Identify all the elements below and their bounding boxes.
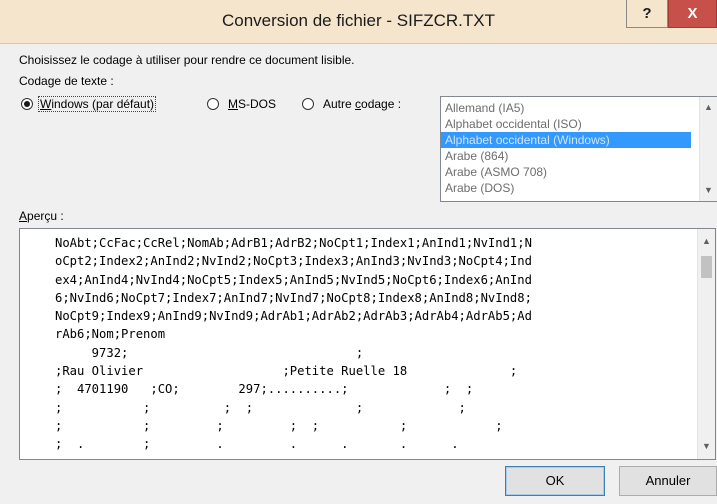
- preview-line: ; . ; . . . . .: [55, 437, 459, 452]
- encoding-item[interactable]: Allemand (IA5): [441, 100, 717, 116]
- preview-line: NoAbt;CcFac;CcRel;NomAb;AdrB1;AdrB2;NoCp…: [55, 236, 532, 250]
- scroll-up-icon[interactable]: ▲: [698, 233, 715, 250]
- encoding-item[interactable]: Arabe (ASMO 708): [441, 164, 717, 180]
- encoding-item[interactable]: Alphabet occidental (ISO): [441, 116, 717, 132]
- scroll-up-icon[interactable]: ▲: [700, 99, 717, 116]
- preview-line: oCpt2;Index2;AnInd2;NvInd2;NoCpt3;Index3…: [55, 254, 532, 269]
- radio-other-label[interactable]: Autre codage :: [323, 97, 401, 111]
- title-bar: Conversion de fichier - SIFZCR.TXT ? X: [0, 0, 717, 44]
- scroll-down-icon[interactable]: ▼: [698, 438, 715, 455]
- radio-other-indicator[interactable]: [302, 98, 314, 110]
- preview-line: ; ; ; ; ; ;: [55, 400, 466, 415]
- radio-windows-label[interactable]: Windows (par défaut): [37, 96, 157, 112]
- cancel-button[interactable]: Annuler: [619, 466, 717, 496]
- preview-box[interactable]: NoAbt;CcFac;CcRel;NomAb;AdrB1;AdrB2;NoCp…: [19, 228, 716, 460]
- preview-line: 6;NvInd6;NoCpt7;Index7;AnInd7;NvInd7;NoC…: [55, 290, 532, 305]
- preview-line: 9732; ;: [55, 345, 364, 360]
- preview-line: ; ; ; ; ; ; ;: [55, 418, 503, 433]
- scroll-down-icon[interactable]: ▼: [700, 182, 717, 199]
- preview-label: Aperçu :: [19, 209, 64, 223]
- radio-msdos-label[interactable]: MS-DOS: [228, 97, 276, 111]
- window-title: Conversion de fichier - SIFZCR.TXT: [221, 11, 495, 30]
- encoding-list: Allemand (IA5) Alphabet occidental (ISO)…: [441, 97, 717, 196]
- help-button[interactable]: ?: [626, 0, 668, 28]
- preview-line: ex4;AnInd4;NvInd4;NoCpt5;Index5;AnInd5;N…: [55, 272, 532, 287]
- encoding-item[interactable]: Arabe (864): [441, 148, 717, 164]
- preview-line: ; 4701190 ;CO; 297;..........; ; ;: [55, 382, 474, 397]
- close-button[interactable]: X: [668, 0, 717, 28]
- preview-line: NoCpt9;Index9;AnInd9;NvInd9;AdrAb1;AdrAb…: [55, 309, 532, 324]
- scroll-thumb[interactable]: [701, 256, 712, 278]
- instruction-text: Choisissez le codage à utiliser pour ren…: [19, 53, 355, 67]
- preview-text: NoAbt;CcFac;CcRel;NomAb;AdrB1;AdrB2;NoCp…: [55, 234, 532, 454]
- radio-msdos-indicator[interactable]: [207, 98, 219, 110]
- encoding-item-selected[interactable]: Alphabet occidental (Windows): [441, 132, 691, 148]
- preview-line: rAb6;Nom;Prenom: [55, 327, 166, 342]
- ok-button[interactable]: OK: [505, 466, 605, 496]
- radio-windows-indicator[interactable]: [21, 98, 33, 110]
- preview-scrollbar[interactable]: ▲ ▼: [697, 229, 715, 459]
- encoding-group-label: Codage de texte :: [19, 74, 114, 88]
- encoding-listbox[interactable]: Allemand (IA5) Alphabet occidental (ISO)…: [440, 96, 717, 202]
- encoding-item[interactable]: Arabe (DOS): [441, 180, 717, 196]
- preview-line: ;Rau Olivier ;Petite Ruelle 18 ;: [55, 364, 518, 379]
- encoding-scrollbar[interactable]: ▲ ▼: [699, 97, 717, 201]
